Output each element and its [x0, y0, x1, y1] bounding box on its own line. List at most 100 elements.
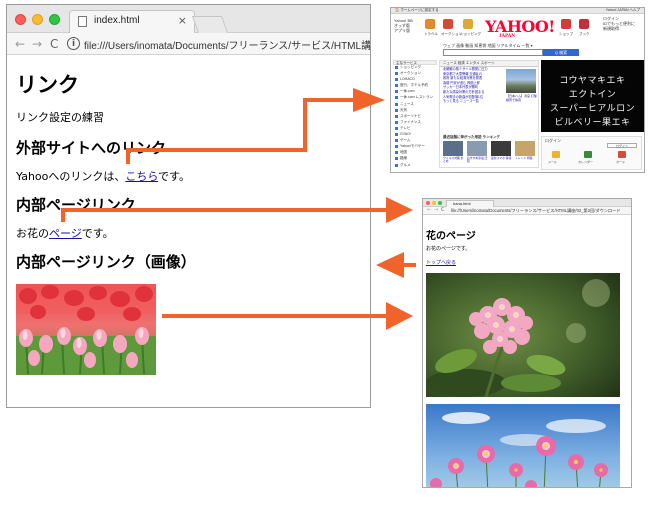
heading-internal-link: 内部ページリンク [16, 196, 136, 214]
external-text-after: です。 [158, 170, 190, 183]
arrow-back-to-top [376, 252, 416, 278]
yahoo-topbar-left[interactable]: 🏠 ホームページに設定する [395, 8, 439, 13]
service-label: オークション [441, 32, 462, 36]
travel-icon[interactable] [425, 19, 435, 29]
news-photo-caption[interactable]: 【日本ハム】清宮 打撃練習で快音 [506, 94, 538, 102]
yahoo-page-screenshot: 🏠 ホームページに設定する Yahoo! JAPAN ヘルプ Yahoo! BB… [390, 7, 645, 173]
internal-text-after: です。 [81, 227, 114, 240]
service-label: トラベル [424, 32, 438, 36]
page-title: リンク [16, 73, 79, 97]
ranking-thumbnail[interactable] [467, 141, 487, 156]
ad-line: スーパーヒアルロン [549, 104, 636, 114]
close-window-button[interactable] [15, 14, 26, 25]
new-tab-button[interactable] [191, 16, 229, 33]
flower-title-bar: hana.html [423, 199, 631, 207]
maximize-window-button[interactable] [438, 201, 442, 205]
shopping-icon[interactable] [463, 19, 473, 29]
back-arrow-icon[interactable]: ← [427, 207, 431, 213]
flower-page-content: 花のページ お花のページです。 トップへ戻る [426, 216, 631, 487]
close-window-button[interactable] [426, 201, 430, 205]
external-link-paragraph: Yahooへのリンクは、こちらです。 [16, 168, 190, 184]
tab-title: index.html [94, 15, 140, 26]
heading-internal-image-link: 内部ページリンク（画像） [16, 253, 196, 271]
calendar-icon[interactable] [584, 151, 592, 158]
gift-icon[interactable] [561, 19, 571, 29]
page-content: リンク リンク設定の練習 外部サイトへのリンク Yahooへのリンクは、こちらで… [16, 57, 370, 407]
hydrangea-photo [426, 273, 620, 397]
tab-close-icon[interactable]: × [178, 14, 187, 27]
yahoo-search-input[interactable] [443, 49, 543, 56]
book-icon[interactable] [579, 19, 589, 29]
service-label: ショップ [559, 32, 573, 36]
back-arrow-icon[interactable]: ← [15, 37, 25, 51]
yahoo-logo-sub: JAPAN [499, 34, 516, 39]
ranking-caption[interactable]: ウイルス対策 まとめ [443, 156, 465, 164]
address-bar[interactable]: i file:///Users/inomata/Documents/フリーランス… [67, 36, 370, 52]
news-more-link[interactable]: もっと見る ニュース一覧 [440, 99, 504, 104]
ranking-thumbnail[interactable] [443, 141, 463, 156]
login-button[interactable]: ログイン [607, 143, 637, 148]
ad-line: コウヤマキエキ [559, 76, 626, 86]
ranking-thumbnail[interactable] [515, 141, 535, 156]
yahoo-topbar-right[interactable]: Yahoo! JAPAN ヘルプ [606, 8, 640, 13]
reload-icon[interactable]: C [441, 207, 445, 213]
ad-line: エクトイン [568, 90, 617, 100]
yahoo-link[interactable]: こちら [125, 170, 158, 183]
ranking-caption[interactable]: トレンド 特集 [515, 156, 537, 160]
flower-page-title: 花のページ [426, 231, 476, 242]
ad-line: ビルベリー果エキ [554, 118, 631, 128]
maximize-window-button[interactable] [49, 14, 60, 25]
login-services: メール カレンダー カード [546, 151, 637, 164]
intro-text: リンク設定の練習 [16, 111, 104, 124]
yahoo-ad-banner[interactable]: コウヤマキエキ エクトイン スーパーヒアルロン ビルベリー果エキ [541, 60, 644, 132]
flower-toolbar: ← → C file:///Users/inomata/Documents/フリ… [423, 207, 631, 215]
service-label: ショッピング [460, 32, 481, 36]
document-icon [78, 16, 87, 27]
yahoo-logo[interactable]: YAHOO! [485, 17, 555, 36]
minimize-window-button[interactable] [32, 14, 43, 25]
minimize-window-button[interactable] [432, 201, 436, 205]
yahoo-sidebar: 主なサービス ショッピング オークション LOHACO 旅行、ホテル予約 一休.… [393, 60, 437, 172]
yahoo-search-row: ウェブ 画像 動画 知恵袋 地図 リアルタイム 一覧 ▾ Q 検索 [391, 43, 644, 56]
ranking-caption[interactable]: おすすめ家電 比較 [467, 156, 489, 164]
title-bar: index.html × [7, 5, 370, 33]
forward-arrow-icon[interactable]: → [32, 37, 42, 51]
sidebar-item[interactable]: グルメ [393, 163, 437, 169]
ranking-thumbnail[interactable] [491, 141, 511, 156]
auction-icon[interactable] [443, 19, 453, 29]
forward-arrow-icon[interactable]: → [434, 207, 438, 213]
yahoo-search-button[interactable]: Q 検索 [543, 49, 579, 56]
flower-page-link[interactable]: ページ [49, 227, 82, 240]
yahoo-body: 主なサービス ショッピング オークション LOHACO 旅行、ホテル予約 一休.… [391, 58, 644, 172]
card-icon[interactable] [618, 151, 626, 158]
service-label: ブック [579, 32, 590, 36]
yahoo-left-link[interactable]: アプリ版 [394, 28, 422, 33]
browser-toolbar: ← → C i file:///Users/inomata/Documents/… [7, 33, 370, 55]
yahoo-login-links: ログイン IDでもっと便利に 新規取得 [603, 16, 641, 31]
tulip-image-link[interactable] [16, 284, 156, 375]
heading-external-link: 外部サイトへのリンク [16, 139, 167, 157]
back-to-top-link[interactable]: トップへ戻る [426, 259, 456, 266]
ranking-title: 最近話題に挙がった用語 ランキング [443, 135, 500, 139]
flower-page-text: お花のページです。 [426, 246, 471, 252]
main-browser-window: index.html × ← → C i file:///Users/inoma… [6, 4, 371, 408]
cosmos-photo [426, 404, 620, 487]
mail-icon[interactable] [552, 151, 560, 158]
url-text[interactable]: file:///Users/inomata/Documents/フリーランス/サ… [84, 37, 370, 52]
yahoo-header: Yahoo! BB きっず版 アプリ版 トラベル オークション ショッピング Y… [391, 14, 644, 44]
ranking-caption[interactable]: 最新スマホ 情報 [491, 156, 513, 160]
yahoo-right-link[interactable]: 新規取得 [603, 26, 641, 31]
service-label: カード [616, 160, 626, 164]
reload-icon[interactable]: C [50, 37, 58, 51]
tab-index-html[interactable]: index.html × [69, 10, 195, 33]
internal-link-paragraph: お花のページです。 [16, 225, 114, 241]
flower-url-text[interactable]: file:///Users/inomata/Documents/フリーランス/サ… [451, 208, 621, 214]
news-photo[interactable] [506, 69, 536, 93]
login-title: ログイン [545, 138, 561, 143]
external-text-before: Yahooへのリンクは、 [16, 170, 126, 183]
internal-text-before: お花の [16, 227, 49, 240]
yahoo-login-box: ログイン ログイン メール カレンダー カード [541, 136, 642, 170]
info-icon[interactable]: i [67, 37, 80, 50]
tab-hana-html[interactable]: hana.html [446, 200, 494, 207]
service-label: メール [548, 160, 558, 164]
